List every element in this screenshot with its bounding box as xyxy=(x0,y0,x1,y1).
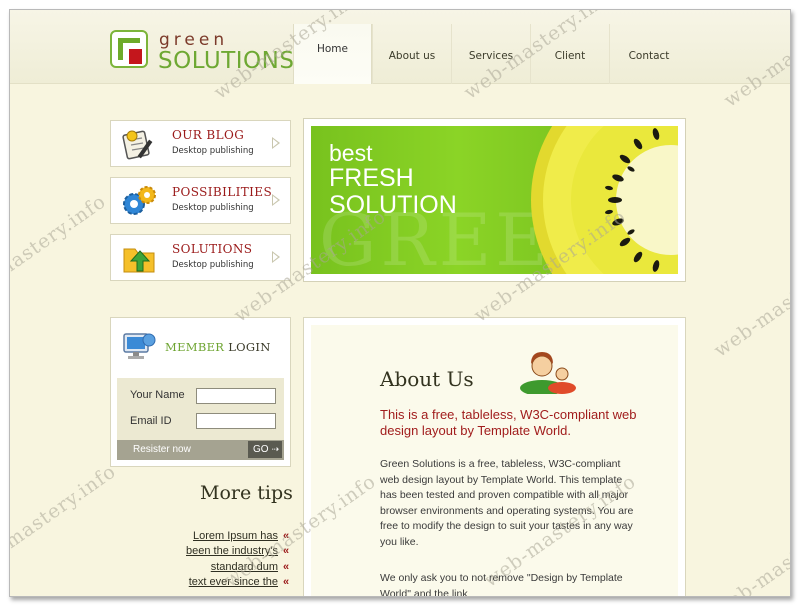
folder-arrow-icon xyxy=(123,248,155,273)
arrow-right-icon: ⇢ xyxy=(271,444,279,454)
arrow-right-icon xyxy=(272,137,280,149)
logo-mark-icon xyxy=(110,30,148,68)
tip-link[interactable]: been the industry's xyxy=(186,545,278,557)
side-box-title: OUR BLOG xyxy=(172,128,245,142)
watermark: web-mastery.info xyxy=(9,460,121,582)
logo[interactable]: green SOLUTIONS xyxy=(110,30,294,74)
page-frame: green SOLUTIONS Home About us Services C… xyxy=(9,9,791,597)
gears-icon xyxy=(123,186,156,215)
nav-about-us[interactable]: About us xyxy=(372,24,451,84)
go-button[interactable]: GO ⇢ xyxy=(248,441,282,458)
about-title: About Us xyxy=(380,367,474,391)
banner-line-3: SOLUTION xyxy=(329,191,457,219)
nav-client[interactable]: Client xyxy=(530,24,609,84)
name-label: Your Name xyxy=(130,389,185,401)
more-tips-title: More tips xyxy=(200,482,293,504)
side-box-title: POSSIBILITIES xyxy=(172,185,273,199)
side-box-our-blog[interactable]: OUR BLOG Desktop publishing xyxy=(110,120,291,167)
side-box-subtitle: Desktop publishing xyxy=(172,146,254,156)
arrow-right-icon xyxy=(272,251,280,263)
about-lead: This is a free, tableless, W3C-compliant… xyxy=(380,407,637,438)
user-group-icon xyxy=(520,352,576,394)
nav-home[interactable]: Home xyxy=(293,24,372,84)
register-link[interactable]: Resister now xyxy=(133,444,191,455)
tip-marker: « xyxy=(283,545,290,557)
nav-services[interactable]: Services xyxy=(451,24,530,84)
watermark: web-mastery.info xyxy=(709,500,791,597)
side-box-subtitle: Desktop publishing xyxy=(172,203,254,213)
tip-marker: « xyxy=(283,561,290,573)
computer-icon xyxy=(123,333,156,359)
login-title: MEMBER LOGIN xyxy=(165,340,271,354)
about-panel: About Us This is a free, tableless, W3C-… xyxy=(303,317,686,597)
email-input[interactable] xyxy=(196,413,276,429)
tip-marker: « xyxy=(283,530,290,542)
header: green SOLUTIONS Home About us Services C… xyxy=(10,10,790,84)
about-paragraph-2: We only ask you to not remove "Design by… xyxy=(380,572,623,597)
tip-link[interactable]: standard dum xyxy=(211,561,278,573)
watermark: web-mastery.info xyxy=(709,240,791,362)
banner: GREEN best FRESH SOLUTION xyxy=(303,118,686,282)
member-login-panel: MEMBER LOGIN Your Name Email ID Resister… xyxy=(110,317,291,467)
logo-text-bottom: SOLUTIONS xyxy=(158,48,295,74)
name-input[interactable] xyxy=(196,388,276,404)
tip-marker: « xyxy=(283,576,290,588)
about-paragraph-1: Green Solutions is a free, tableless, W3… xyxy=(380,458,634,548)
logo-text-top: green xyxy=(159,30,229,50)
watermark: web-mastery.info xyxy=(9,190,111,312)
nav-contact[interactable]: Contact xyxy=(609,24,688,84)
email-label: Email ID xyxy=(130,415,172,427)
arrow-right-icon xyxy=(272,194,280,206)
side-box-solutions[interactable]: SOLUTIONS Desktop publishing xyxy=(110,234,291,281)
main-nav: Home About us Services Client Contact xyxy=(293,24,688,84)
banner-line-1: best xyxy=(329,140,373,166)
tip-link[interactable]: Lorem Ipsum has xyxy=(193,530,278,542)
banner-line-2: FRESH xyxy=(329,164,414,192)
side-box-subtitle: Desktop publishing xyxy=(172,260,254,270)
kiwi-slice-icon xyxy=(531,126,678,274)
side-box-possibilities[interactable]: POSSIBILITIES Desktop publishing xyxy=(110,177,291,224)
notepad-icon xyxy=(122,130,153,160)
login-form: Your Name Email ID Resister now GO ⇢ xyxy=(117,378,284,460)
tip-link[interactable]: text ever since the xyxy=(189,576,278,588)
banner-image: GREEN best FRESH SOLUTION xyxy=(311,126,678,274)
side-box-title: SOLUTIONS xyxy=(172,242,253,256)
